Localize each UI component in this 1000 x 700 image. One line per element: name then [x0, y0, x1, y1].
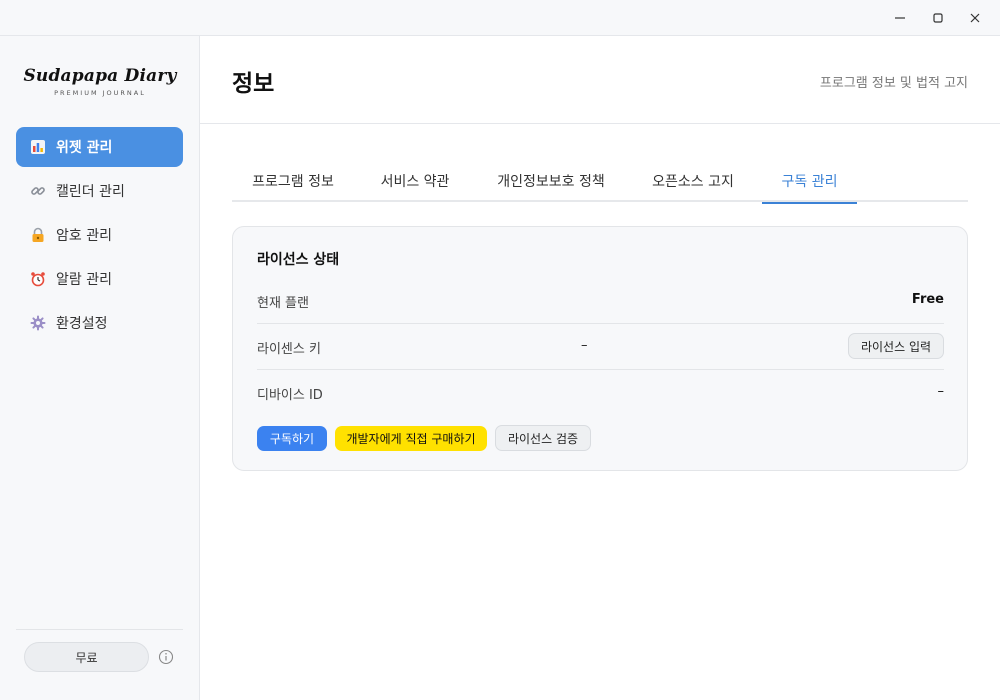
license-key-label: 라이센스 키	[257, 342, 321, 357]
license-key-value: –	[581, 338, 588, 353]
plan-row: 현재 플랜 Free	[257, 278, 944, 324]
gear-icon	[30, 315, 46, 331]
device-id-label: 디바이스 ID	[257, 388, 323, 403]
subscribe-button[interactable]: 구독하기	[257, 426, 327, 451]
buy-direct-button[interactable]: 개발자에게 직접 구매하기	[335, 426, 487, 451]
sidebar-item-label: 알람 관리	[56, 272, 112, 288]
minimize-icon[interactable]	[888, 6, 912, 30]
device-id-value: –	[937, 384, 945, 399]
plan-value: Free	[911, 292, 944, 307]
page-subtitle: 프로그램 정보 및 법적 고지	[819, 76, 968, 91]
verify-license-button[interactable]: 라이선스 검증	[495, 425, 591, 451]
plan-button[interactable]: 무료	[24, 642, 149, 672]
sidebar-item-label: 암호 관리	[56, 228, 112, 244]
license-title: 라이선스 상태	[257, 252, 340, 268]
maximize-icon[interactable]	[926, 6, 950, 30]
info-icon[interactable]	[158, 649, 174, 665]
enter-license-button[interactable]: 라이선스 입력	[848, 333, 944, 359]
plan-label: 현재 플랜	[257, 296, 309, 311]
lock-icon	[30, 227, 46, 243]
sidebar-item-password[interactable]: 암호 관리	[16, 215, 183, 255]
page-title: 정보	[232, 71, 275, 97]
close-icon[interactable]	[963, 6, 987, 30]
sidebar-nav: 위젯 관리 캘린더 관리 암호 관리 알람 관리 환경설정	[16, 127, 183, 347]
tab-privacy[interactable]: 개인정보보호 정책	[478, 160, 624, 202]
device-id-row: 디바이스 ID –	[257, 370, 944, 416]
tab-program-info[interactable]: 프로그램 정보	[232, 160, 354, 202]
sidebar-item-widgets[interactable]: 위젯 관리	[16, 127, 183, 167]
tab-terms[interactable]: 서비스 약관	[366, 160, 464, 202]
title-bar	[0, 0, 1000, 36]
sidebar-item-calendar[interactable]: 캘린더 관리	[16, 171, 183, 211]
sidebar-item-label: 위젯 관리	[56, 140, 113, 156]
link-icon	[30, 183, 46, 199]
tab-bar: 프로그램 정보 서비스 약관 개인정보보호 정책 오픈소스 고지 구독 관리	[232, 160, 968, 204]
license-key-row: 라이센스 키 – 라이선스 입력	[257, 324, 944, 370]
sidebar: Sudapapa Diary PREMIUM JOURNAL 위젯 관리 캘린더…	[0, 36, 200, 700]
logo-subtitle: PREMIUM JOURNAL	[54, 89, 146, 97]
sidebar-divider	[16, 629, 183, 630]
sidebar-item-label: 환경설정	[56, 316, 108, 332]
chart-icon	[30, 139, 46, 155]
sidebar-item-alarm[interactable]: 알람 관리	[16, 259, 183, 299]
alarm-clock-icon	[30, 271, 46, 287]
tab-opensource[interactable]: 오픈소스 고지	[638, 160, 748, 202]
app-logo: Sudapapa Diary PREMIUM JOURNAL	[0, 66, 200, 97]
sidebar-item-settings[interactable]: 환경설정	[16, 303, 183, 343]
tab-subscription[interactable]: 구독 관리	[762, 160, 857, 204]
sidebar-item-label: 캘린더 관리	[56, 184, 125, 200]
page-header: 정보 프로그램 정보 및 법적 고지	[200, 36, 1000, 124]
logo-title: Sudapapa Diary	[23, 66, 177, 86]
license-card: 라이선스 상태 현재 플랜 Free 라이센스 키 – 라이선스 입력 디바이스…	[232, 226, 968, 471]
